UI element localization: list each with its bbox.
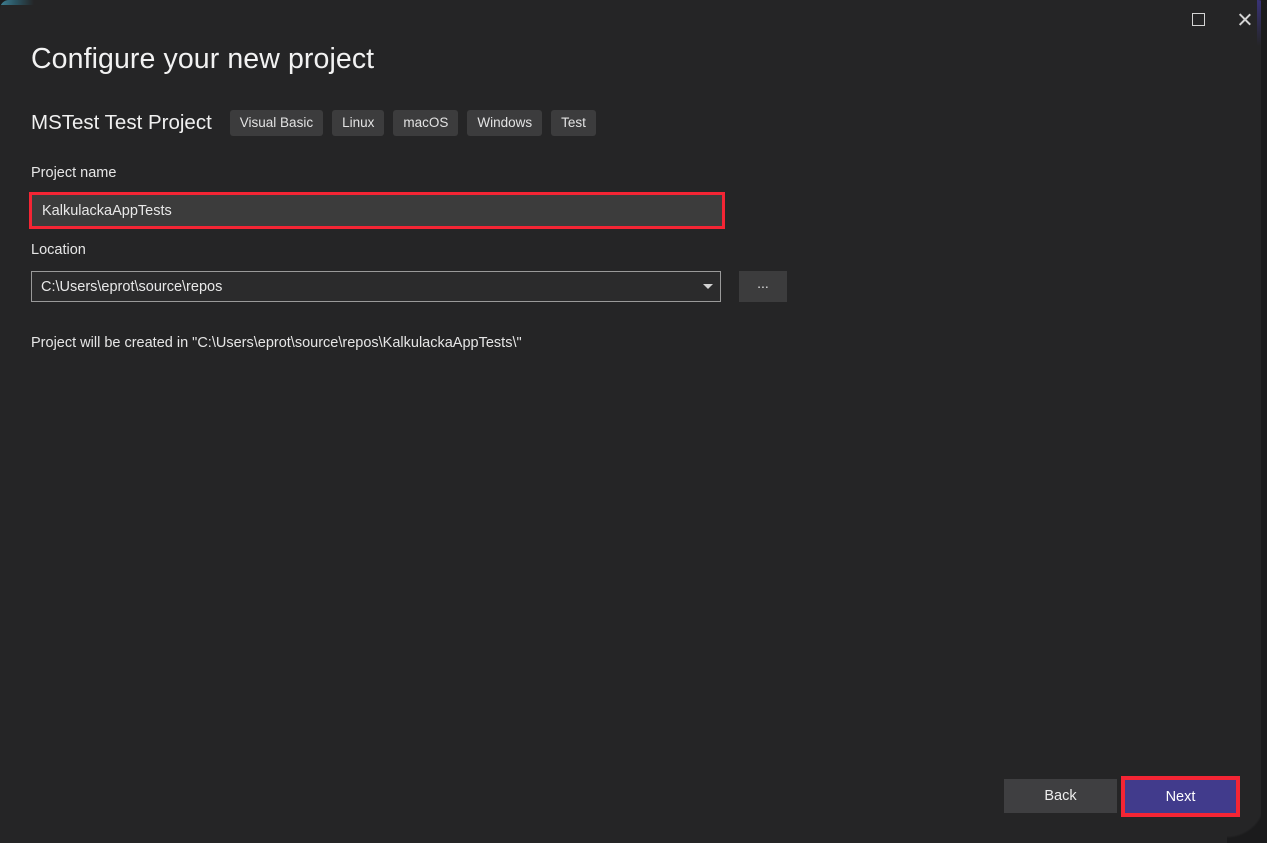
title-bar	[0, 0, 1267, 40]
template-tag-list: Visual Basic Linux macOS Windows Test	[230, 110, 596, 137]
template-summary: MSTest Test Project Visual Basic Linux m…	[31, 108, 596, 138]
close-button[interactable]	[1221, 0, 1267, 38]
close-icon	[1237, 12, 1252, 27]
location-value: C:\Users\eprot\source\repos	[32, 279, 696, 295]
browse-location-button[interactable]: ...	[739, 271, 787, 302]
tag-linux: Linux	[332, 110, 384, 137]
tag-macos: macOS	[393, 110, 458, 137]
template-name: MSTest Test Project	[31, 108, 212, 138]
page-title: Configure your new project	[31, 40, 374, 78]
tag-windows: Windows	[467, 110, 542, 137]
configure-project-dialog: Configure your new project MSTest Test P…	[0, 0, 1267, 843]
tag-visual-basic: Visual Basic	[230, 110, 323, 137]
window-edge-shadow-right	[1261, 0, 1267, 843]
tag-test: Test	[551, 110, 596, 137]
maximize-icon	[1192, 13, 1205, 26]
maximize-button[interactable]	[1175, 0, 1221, 38]
chevron-down-icon[interactable]	[696, 272, 720, 301]
back-button[interactable]: Back	[1004, 779, 1117, 813]
location-label: Location	[31, 242, 86, 258]
location-combobox[interactable]: C:\Users\eprot\source\repos	[31, 271, 721, 302]
next-button[interactable]: Next	[1125, 780, 1236, 813]
project-path-note: Project will be created in "C:\Users\epr…	[31, 335, 522, 351]
project-name-input[interactable]	[32, 195, 722, 226]
project-name-label: Project name	[31, 165, 116, 181]
